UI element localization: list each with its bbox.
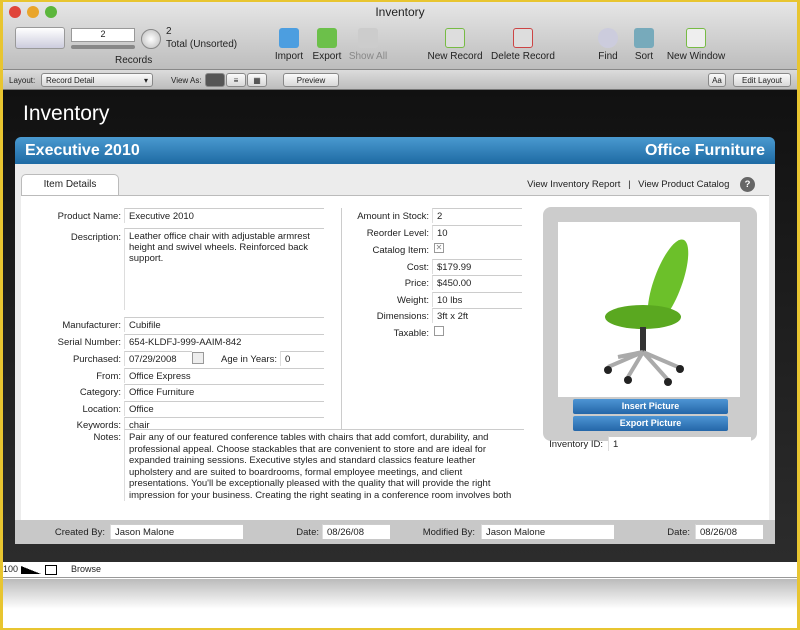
new-record-icon xyxy=(445,28,465,48)
export-button[interactable]: Export xyxy=(309,28,345,62)
delete-record-icon xyxy=(513,28,533,48)
delete-record-button[interactable]: Delete Record xyxy=(489,28,557,62)
chevron-down-icon: ▾ xyxy=(143,76,148,85)
tab-item-details[interactable]: Item Details xyxy=(21,174,119,196)
record-name: Executive 2010 xyxy=(25,142,140,159)
layout-bar: Layout: Record Detail ▾ View As: ≡ ▦ Prev… xyxy=(3,70,797,90)
import-button[interactable]: Import xyxy=(271,28,307,62)
weight-field[interactable]: 10 lbs xyxy=(432,292,522,307)
office-chair-image xyxy=(604,239,689,386)
created-date-field[interactable]: 08/26/08 xyxy=(322,524,390,539)
page-title: Inventory xyxy=(23,102,110,125)
created-by-field[interactable]: Jason Malone xyxy=(110,524,243,539)
location-field[interactable]: Office xyxy=(124,401,324,416)
sort-icon xyxy=(634,28,654,48)
amount-in-stock-field[interactable]: 2 xyxy=(432,208,522,223)
price-field[interactable]: $450.00 xyxy=(432,275,522,290)
reorder-level-field[interactable]: 10 xyxy=(432,225,522,240)
layout-area: Inventory Executive 2010 Office Furnitur… xyxy=(3,90,797,562)
view-list-button[interactable]: ≡ xyxy=(226,73,246,87)
show-all-button[interactable]: Show All xyxy=(347,28,389,62)
view-product-catalog-link[interactable]: View Product Catalog xyxy=(638,179,729,190)
view-table-button[interactable]: ▦ xyxy=(247,73,267,87)
export-picture-button[interactable]: Export Picture xyxy=(573,416,728,431)
export-icon xyxy=(317,28,337,48)
help-button[interactable]: ? xyxy=(740,177,755,192)
record-footer: Created By: Jason Malone Date: 08/26/08 … xyxy=(15,520,775,544)
picture-panel: Insert Picture Export Picture xyxy=(543,207,757,441)
product-picture[interactable] xyxy=(558,222,740,397)
description-field[interactable]: Leather office chair with adjustable arm… xyxy=(124,228,324,310)
modified-by-field[interactable]: Jason Malone xyxy=(481,524,614,539)
item-details-form: Product Name: Executive 2010 Description… xyxy=(21,195,769,520)
new-window-icon xyxy=(686,28,706,48)
reflection xyxy=(3,579,797,628)
new-window-button[interactable]: New Window xyxy=(663,28,729,62)
total-status: Total (Unsorted) xyxy=(166,39,238,50)
modified-date-field[interactable]: 08/26/08 xyxy=(695,524,763,539)
view-form-button[interactable] xyxy=(205,73,225,87)
sort-button[interactable]: Sort xyxy=(629,28,659,62)
record-panel: Item Details View Inventory Report | Vie… xyxy=(15,164,775,520)
purchased-date-field[interactable]: 07/29/2008 xyxy=(124,351,192,366)
window-title: Inventory xyxy=(375,5,425,19)
from-field[interactable]: Office Express xyxy=(124,368,324,383)
inventory-id-field[interactable]: 1 xyxy=(608,436,751,451)
find-button[interactable]: Find xyxy=(593,28,623,62)
title-toolbar: Inventory 2 Records 2 Total (Unsorted) I… xyxy=(3,2,797,70)
app-window: Inventory 2 Records 2 Total (Unsorted) I… xyxy=(3,2,797,628)
text-format-button[interactable]: Aa xyxy=(708,73,726,87)
age-field[interactable]: 0 xyxy=(280,351,324,366)
zoom-icon[interactable] xyxy=(21,566,41,574)
category-field[interactable]: Office Furniture xyxy=(124,384,324,399)
mode-indicator: Browse xyxy=(71,564,102,574)
toggle-toolbar-icon[interactable] xyxy=(45,565,57,575)
manufacturer-field[interactable]: Cubifile xyxy=(124,317,324,332)
record-category: Office Furniture xyxy=(644,142,765,159)
dimensions-field[interactable]: 3ft x 2ft xyxy=(432,308,522,323)
catalog-item-checkbox[interactable]: ✕ xyxy=(434,243,444,253)
record-number-input[interactable]: 2 xyxy=(71,28,135,42)
total-count: 2 xyxy=(166,26,172,37)
find-icon xyxy=(598,28,618,48)
pie-indicator xyxy=(141,29,161,49)
preview-button[interactable]: Preview xyxy=(283,73,339,87)
new-record-button[interactable]: New Record xyxy=(425,28,485,62)
serial-number-field[interactable]: 654-KLDFJ-999-AAIM-842 xyxy=(124,334,324,349)
cost-field[interactable]: $179.99 xyxy=(432,259,522,274)
zoom-level[interactable]: 100 xyxy=(3,562,18,577)
record-book-icon[interactable] xyxy=(15,27,65,49)
taxable-checkbox[interactable] xyxy=(434,326,444,336)
status-bar: 100 Browse xyxy=(3,562,797,578)
edit-layout-button[interactable]: Edit Layout xyxy=(733,73,791,87)
view-inventory-report-link[interactable]: View Inventory Report xyxy=(527,179,620,190)
notes-field[interactable]: Pair any of our featured conference tabl… xyxy=(124,429,524,501)
import-icon xyxy=(279,28,299,48)
insert-picture-button[interactable]: Insert Picture xyxy=(573,399,728,414)
record-slider[interactable] xyxy=(71,45,135,49)
calendar-icon[interactable] xyxy=(192,352,204,364)
show-all-icon xyxy=(358,28,378,48)
records-label: Records xyxy=(115,55,153,66)
layout-select[interactable]: Record Detail ▾ xyxy=(41,73,153,87)
record-header: Executive 2010 Office Furniture xyxy=(15,137,775,164)
product-name-field[interactable]: Executive 2010 xyxy=(124,208,324,223)
